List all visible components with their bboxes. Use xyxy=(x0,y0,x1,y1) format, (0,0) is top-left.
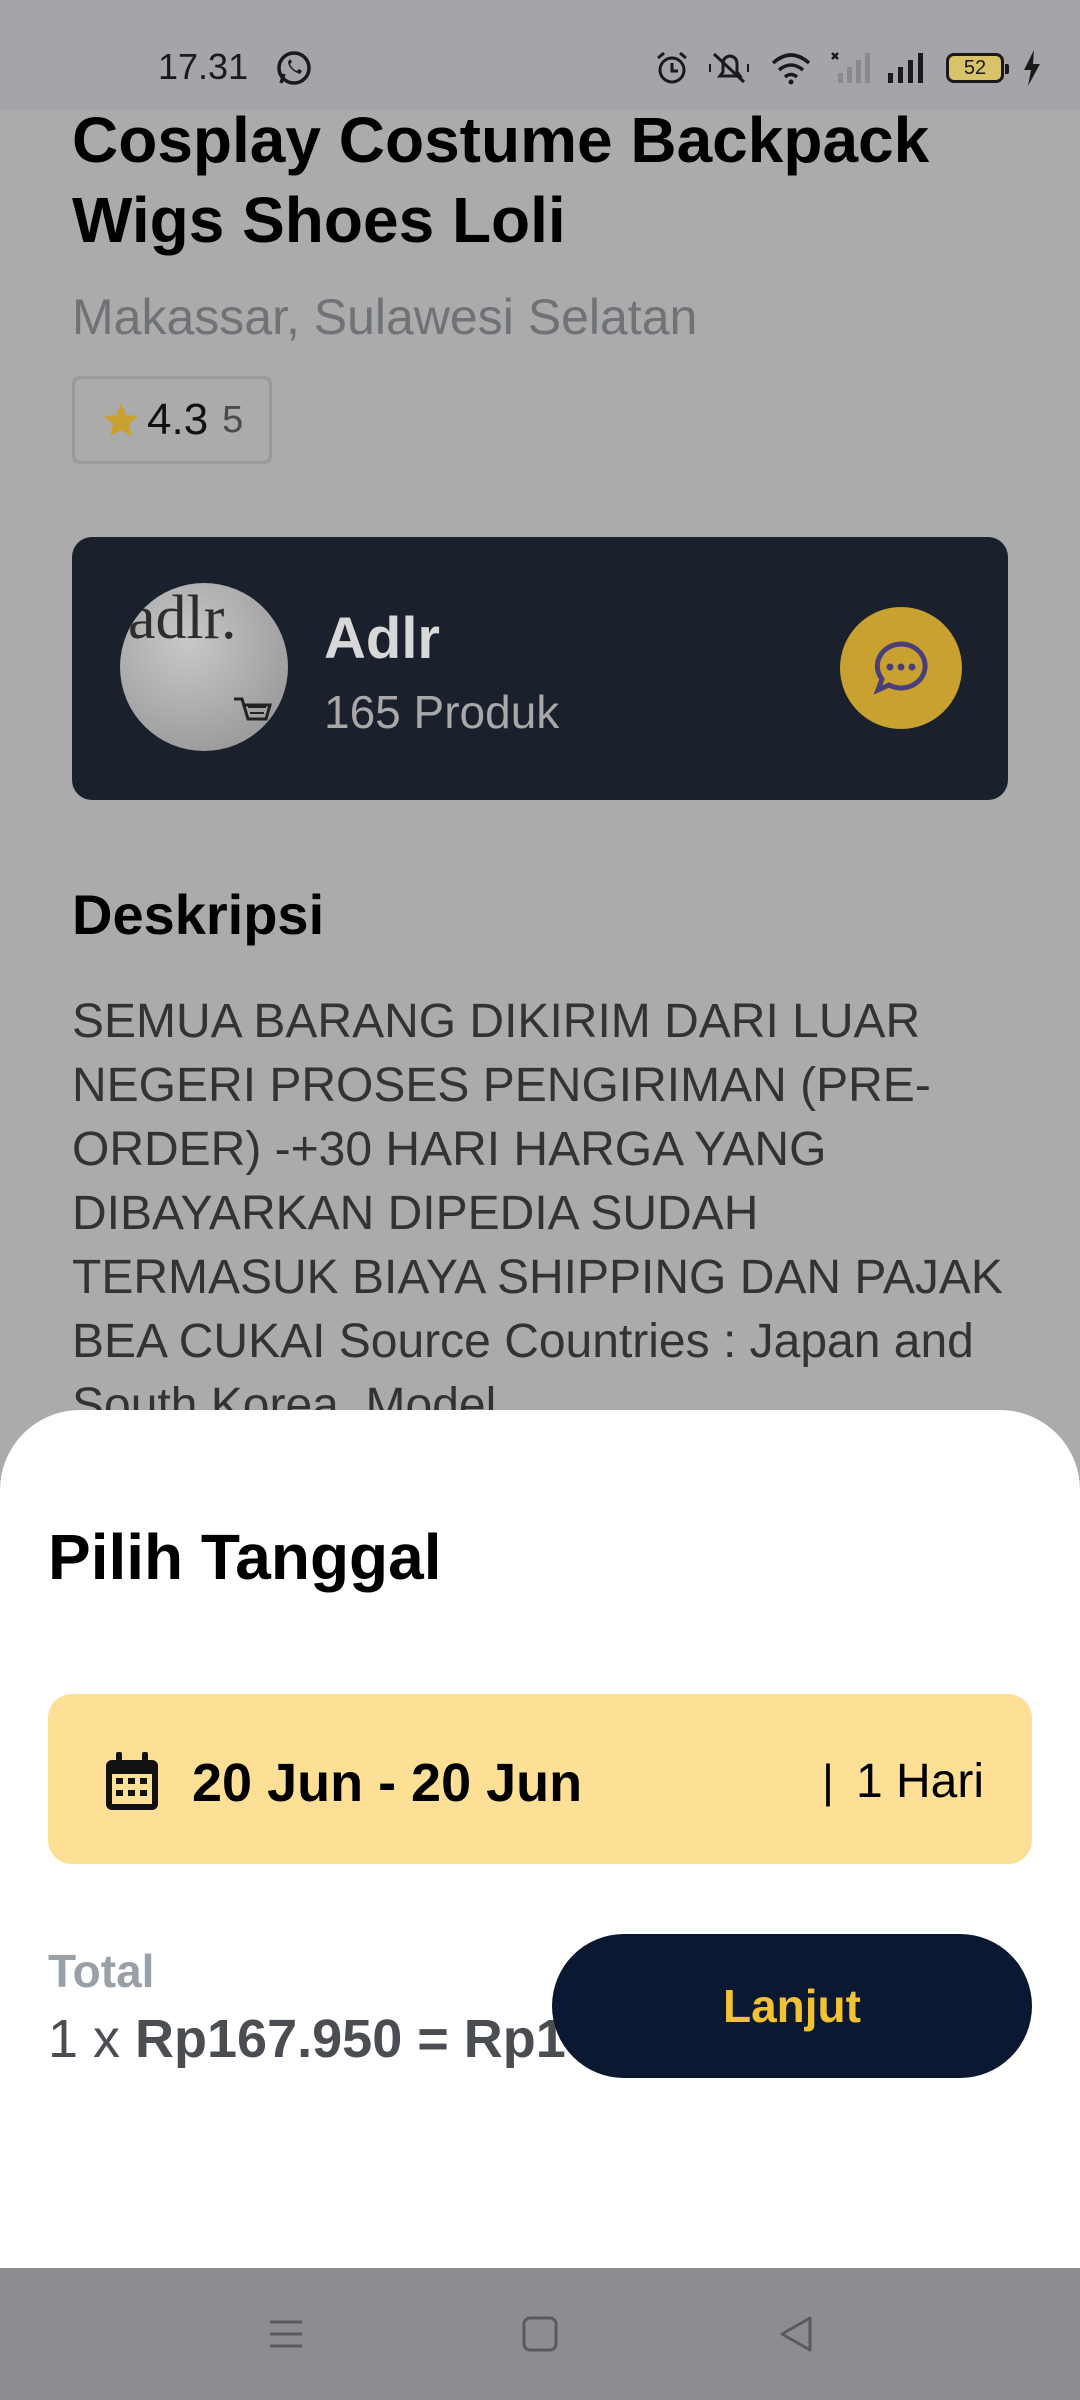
date-picker-sheet: Pilih Tanggal 20 Jun - 20 Jun | 1 Hari T… xyxy=(0,1410,1080,2268)
unit-price: Rp167.950 xyxy=(135,2009,403,2069)
battery-level: 52 xyxy=(963,56,987,79)
star-icon xyxy=(103,403,139,437)
duration-days: 1 Hari xyxy=(855,1755,984,1808)
date-range-text: 20 Jun - 20 Jun xyxy=(192,1753,583,1813)
alarm-icon xyxy=(657,51,687,84)
sheet-title: Pilih Tanggal xyxy=(48,1521,442,1593)
equals-sign: = xyxy=(402,2009,464,2069)
chat-button[interactable] xyxy=(840,607,962,729)
status-time: 17.31 xyxy=(158,46,249,87)
total-label: Total xyxy=(48,1945,155,1997)
status-icons: 52 xyxy=(654,46,1042,90)
system-nav-bar xyxy=(0,2268,1080,2400)
date-separator: | xyxy=(822,1755,834,1807)
rating-value: 4.3 xyxy=(147,395,209,444)
status-bar: 17.31 52 xyxy=(0,0,1080,110)
signal-off-icon xyxy=(831,52,870,83)
avatar[interactable]: adlr. xyxy=(120,583,288,751)
next-button[interactable]: Lanjut xyxy=(552,1934,1032,2078)
avatar-logo-text: adlr. xyxy=(128,584,237,652)
chat-icon xyxy=(873,641,928,695)
basket-icon xyxy=(234,697,272,721)
whatsapp-icon xyxy=(277,51,311,85)
seller-product-count: 165 Produk xyxy=(324,686,560,738)
rating-count: 5 xyxy=(222,398,244,441)
seller-card[interactable]: adlr. Adlr 165 Produk xyxy=(72,537,1008,800)
description-heading: Deskripsi xyxy=(72,883,325,946)
seller-name: Adlr xyxy=(324,606,440,671)
date-range-selector[interactable]: 20 Jun - 20 Jun | 1 Hari xyxy=(48,1694,1032,1864)
total-quantity: 1 x xyxy=(48,2009,136,2069)
calendar-icon xyxy=(106,1752,158,1810)
description-text: SEMUA BARANG DIKIRIM DARI LUAR NEGERI PR… xyxy=(72,995,1003,1432)
rating-badge[interactable]: 4.3 5 xyxy=(72,376,272,464)
charging-icon xyxy=(1024,50,1040,86)
mute-icon xyxy=(709,52,749,84)
product-location: Makassar, Sulawesi Selatan xyxy=(72,289,698,345)
home-icon[interactable] xyxy=(516,2310,564,2358)
product-title: Cosplay Costume Backpack Wigs Shoes Loli xyxy=(72,104,930,256)
menu-icon[interactable] xyxy=(262,2310,310,2358)
signal-icon xyxy=(888,53,923,83)
battery-icon: 52 xyxy=(946,53,1009,83)
wifi-icon xyxy=(771,53,811,85)
back-icon[interactable] xyxy=(772,2310,820,2358)
